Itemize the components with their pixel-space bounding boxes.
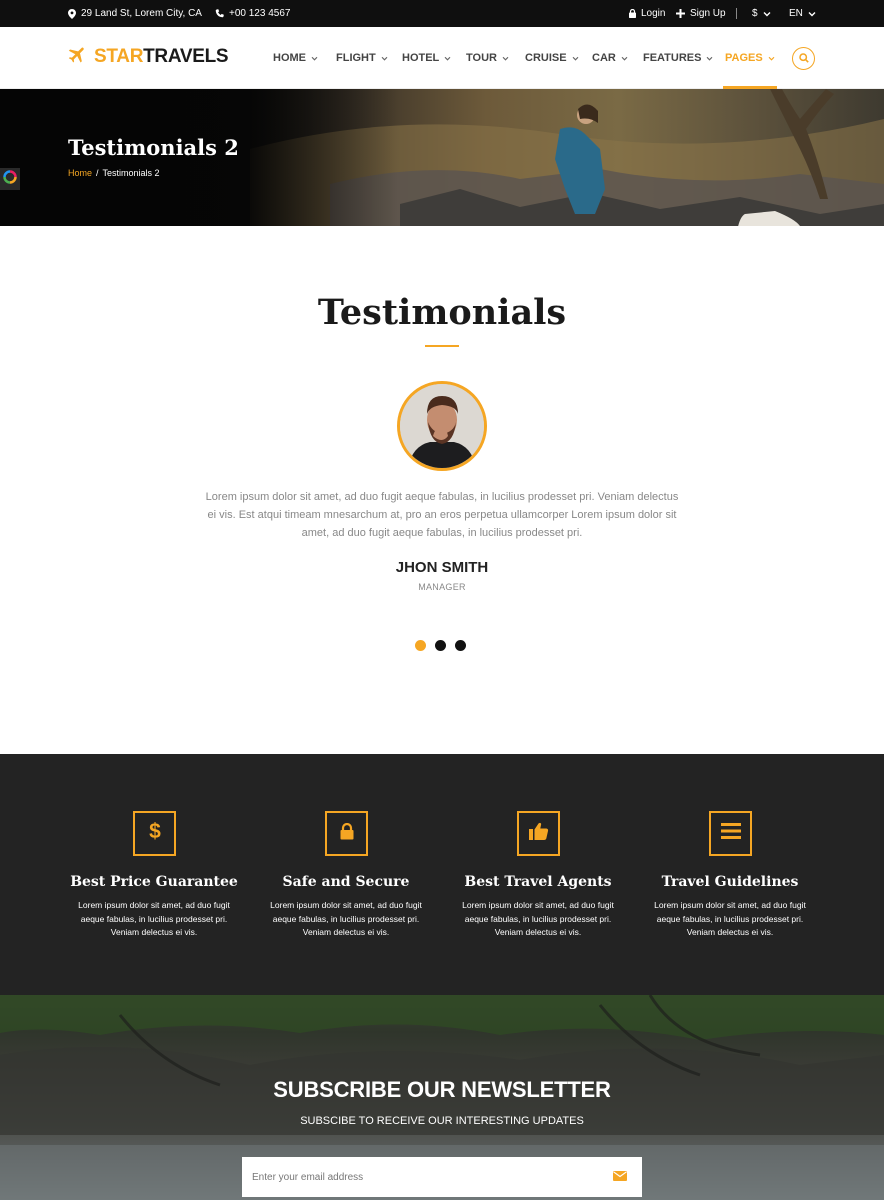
chevron-down-icon (311, 52, 318, 64)
nav-item-features[interactable]: FEATURES (643, 27, 713, 89)
nav-item-flight[interactable]: FLIGHT (336, 27, 388, 89)
address-info: 29 Land St, Lorem City, CA (68, 0, 202, 27)
carousel-dot-3[interactable] (455, 640, 466, 651)
color-switcher-button[interactable] (0, 168, 20, 190)
breadcrumb-current: Testimonials 2 (102, 168, 160, 178)
chevron-down-icon (572, 52, 579, 64)
currency-label: $ (752, 8, 758, 19)
airplane-icon (67, 44, 88, 70)
chevron-down-icon (381, 52, 388, 64)
logo-text-star: STAR (94, 46, 144, 67)
email-input[interactable] (242, 1157, 598, 1197)
phone-info[interactable]: +00 123 4567 (215, 0, 290, 27)
color-wheel-icon (3, 169, 17, 189)
feature-description: Lorem ipsum dolor sit amet, ad duo fugit… (270, 900, 422, 937)
phone-icon (215, 9, 224, 18)
currency-dropdown[interactable]: $ (752, 0, 771, 27)
nav-label: CRUISE (525, 52, 567, 64)
feature-icon-box (709, 811, 752, 856)
avatar (397, 381, 487, 471)
newsletter-form (242, 1157, 642, 1197)
newsletter-subtitle: SUBSCIBE TO RECEIVE OUR INTERESTING UPDA… (300, 1115, 584, 1127)
heading-underline (425, 345, 459, 347)
login-link[interactable]: Login (629, 0, 665, 27)
site-logo[interactable]: STARTRAVELS (67, 44, 229, 70)
testimonial-quote: Lorem ipsum dolor sit amet, ad duo fugit… (205, 491, 679, 539)
newsletter-section: SUBSCRIBE OUR NEWSLETTER SUBSCIBE TO REC… (0, 995, 884, 1200)
feature-description: Lorem ipsum dolor sit amet, ad duo fugit… (462, 900, 614, 937)
list-icon (720, 823, 741, 844)
chevron-down-icon (444, 52, 451, 64)
testimonial-author-role: MANAGER (418, 582, 466, 592)
chevron-down-icon (763, 11, 771, 17)
signup-label: Sign Up (690, 8, 726, 19)
nav-label: PAGES (725, 52, 763, 64)
feature-description: Lorem ipsum dolor sit amet, ad duo fugit… (654, 900, 806, 937)
carousel-dot-2[interactable] (435, 640, 446, 651)
main-header: STARTRAVELS HOME FLIGHT HOTEL TOUR CRUIS… (0, 27, 884, 89)
chevron-down-icon (808, 11, 816, 17)
newsletter-title: SUBSCRIBE OUR NEWSLETTER (273, 1077, 611, 1102)
testimonials-heading: Testimonials (317, 292, 567, 333)
nav-item-tour[interactable]: TOUR (466, 27, 509, 89)
lock-icon (629, 9, 636, 18)
plus-icon (676, 9, 685, 18)
logo-text: STARTRAVELS (94, 46, 229, 68)
search-button[interactable] (792, 47, 815, 70)
feature-title: Best Travel Agents (464, 874, 612, 890)
feature-icon-box (517, 811, 560, 856)
breadcrumb-home-link[interactable]: Home (68, 168, 92, 178)
search-icon (798, 50, 809, 68)
nav-item-pages[interactable]: PAGES (723, 27, 777, 89)
chevron-down-icon (621, 52, 628, 64)
feature-title: Travel Guidelines (661, 874, 799, 890)
breadcrumb: Home / Testimonials 2 (68, 168, 160, 178)
feature-title: Best Price Guarantee (70, 874, 238, 890)
testimonial-author-name: JHON SMITH (395, 559, 489, 576)
svg-text:$: $ (149, 820, 161, 842)
nav-item-hotel[interactable]: HOTEL (402, 27, 451, 89)
language-dropdown[interactable]: EN (789, 0, 816, 27)
lock-icon (340, 822, 354, 845)
nav-label: CAR (592, 52, 616, 64)
chevron-down-icon (768, 52, 775, 64)
nav-label: HOTEL (402, 52, 440, 64)
thumbs-up-icon (528, 822, 549, 845)
envelope-icon (613, 1168, 627, 1186)
avatar-photo (400, 384, 484, 468)
address-text: 29 Land St, Lorem City, CA (81, 8, 202, 19)
dollar-icon: $ (148, 820, 162, 847)
page-banner: Testimonials 2 Home / Testimonials 2 (0, 89, 884, 226)
chevron-down-icon (706, 52, 713, 64)
carousel-pagination (415, 640, 466, 651)
topbar-divider (736, 8, 737, 19)
nav-label: FLIGHT (336, 52, 376, 64)
logo-text-travels: TRAVELS (143, 46, 229, 67)
carousel-dot-1[interactable] (415, 640, 426, 651)
page-title: Testimonials 2 (68, 135, 239, 160)
nav-item-home[interactable]: HOME (273, 27, 318, 89)
chevron-down-icon (502, 52, 509, 64)
subscribe-button[interactable] (598, 1157, 642, 1197)
breadcrumb-separator: / (96, 168, 99, 178)
top-bar: 29 Land St, Lorem City, CA +00 123 4567 … (0, 0, 884, 27)
feature-description: Lorem ipsum dolor sit amet, ad duo fugit… (78, 900, 230, 937)
nav-label: TOUR (466, 52, 497, 64)
features-section: $ Best Price Guarantee Lorem ipsum dolor… (0, 754, 884, 995)
nav-item-cruise[interactable]: CRUISE (525, 27, 579, 89)
feature-title: Safe and Secure (282, 874, 410, 890)
feature-icon-box (325, 811, 368, 856)
language-label: EN (789, 8, 803, 19)
feature-icon-box: $ (133, 811, 176, 856)
login-label: Login (641, 8, 666, 19)
map-pin-icon (68, 8, 76, 19)
phone-text: +00 123 4567 (229, 8, 291, 19)
nav-label: HOME (273, 52, 306, 64)
nav-item-car[interactable]: CAR (592, 27, 628, 89)
nav-label: FEATURES (643, 52, 702, 64)
signup-link[interactable]: Sign Up (676, 0, 726, 27)
